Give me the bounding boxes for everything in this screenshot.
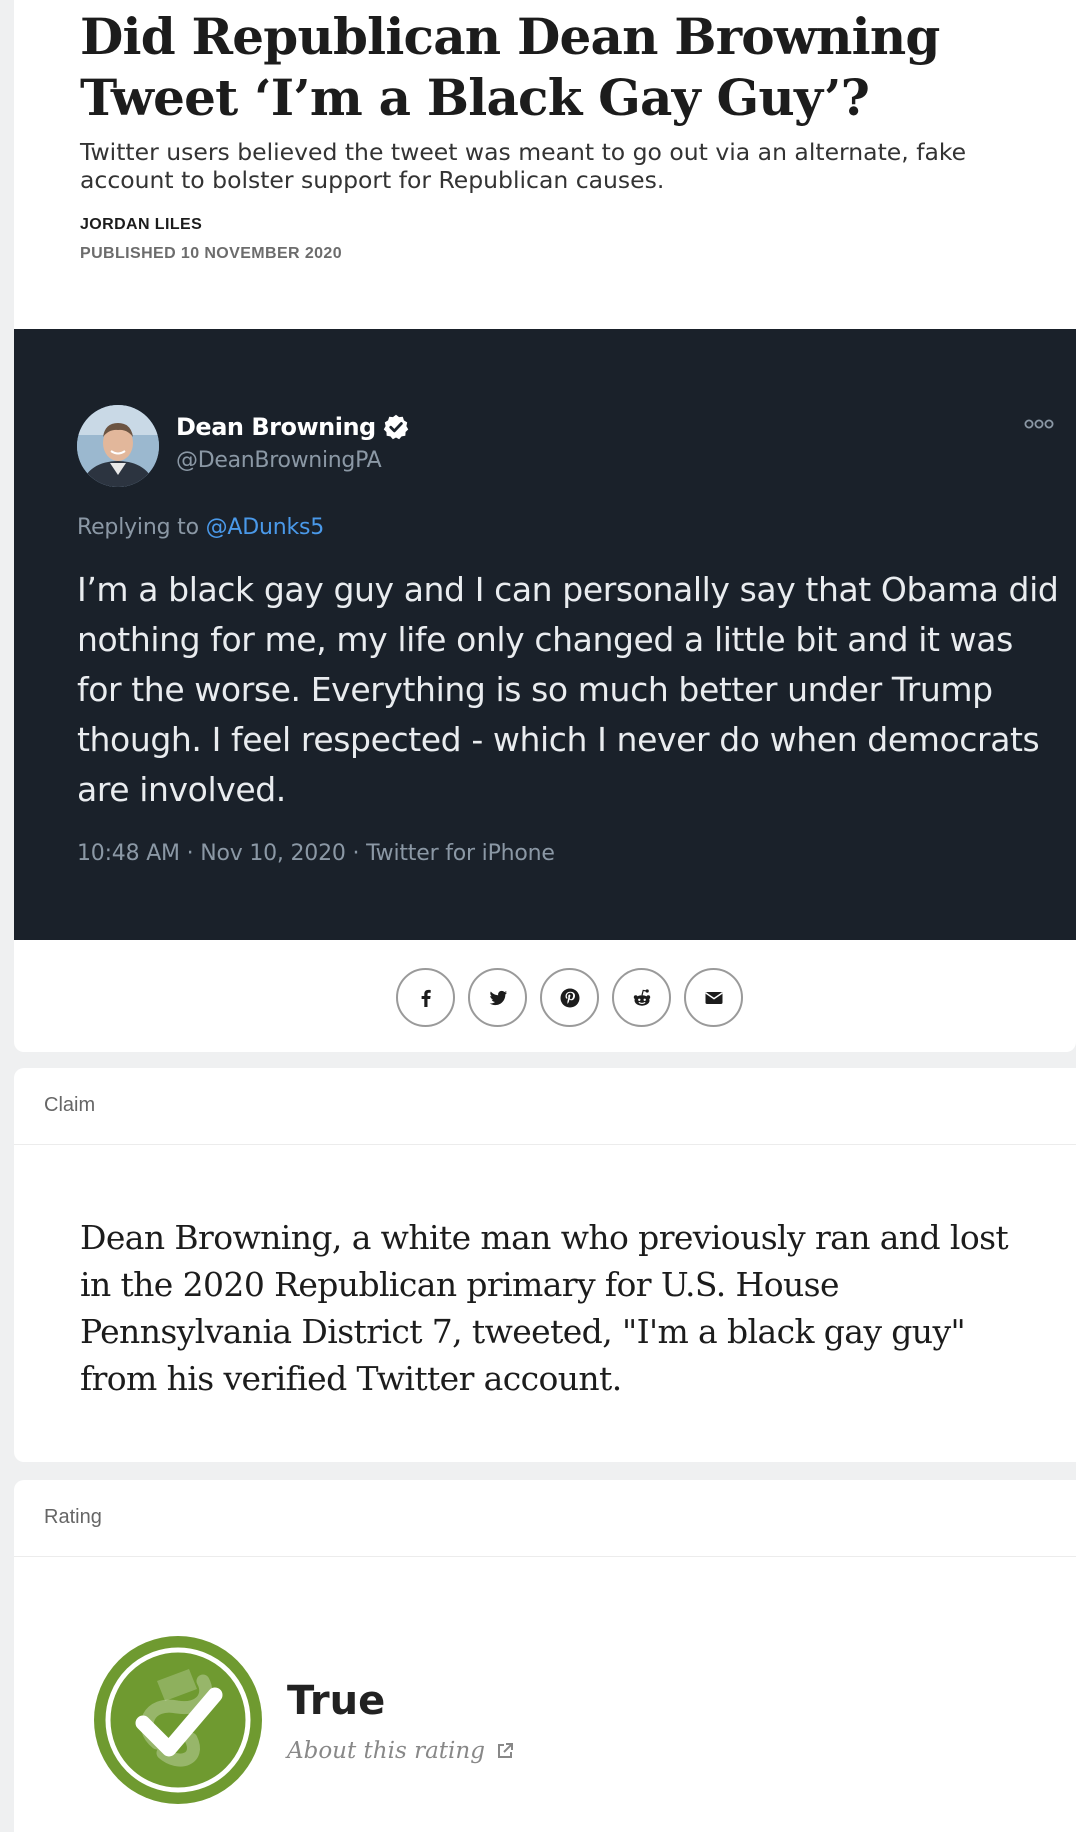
tweet-replying-to: Replying to @ADunks5: [77, 515, 324, 540]
twitter-icon: [489, 990, 507, 1005]
claim-text: Dean Browning, a white man who previousl…: [80, 1218, 1009, 1398]
tweet-author-name-text: Dean Browning: [176, 413, 376, 441]
claim-card: Claim Dean Browning, a white man who pre…: [14, 1068, 1076, 1462]
author-link[interactable]: JORDAN LILES: [80, 216, 202, 234]
article-subtitle: Twitter users believed the tweet was mea…: [80, 138, 967, 194]
pinterest-icon: [560, 988, 579, 1007]
share-twitter-button[interactable]: [468, 968, 527, 1027]
rating-value: True: [287, 1678, 386, 1724]
verified-badge-icon: [383, 414, 408, 440]
share-buttons: [396, 968, 743, 1027]
external-link-icon: [497, 1743, 513, 1758]
tweet-timestamp: 10:48 AM · Nov 10, 2020 · Twitter for iP…: [77, 841, 555, 866]
more-options-icon: [1024, 419, 1054, 429]
true-rating-badge-icon: [94, 1636, 262, 1804]
tweet-author-handle: @DeanBrowningPA: [176, 448, 382, 473]
tweet-text: I’m a black gay guy and I can personally…: [77, 570, 1059, 809]
share-pinterest-button[interactable]: [540, 968, 599, 1027]
replying-to-prefix: Replying to: [77, 515, 206, 540]
page-title: Did Republican Dean Browning Tweet ‘I’m …: [80, 7, 940, 127]
about-rating-link[interactable]: About this rating: [287, 1738, 515, 1764]
share-email-button[interactable]: [684, 968, 743, 1027]
rating-card: Rating True About this rating: [14, 1480, 1076, 1832]
avatar-photo-icon: [77, 405, 159, 487]
replying-to-mention: @ADunks5: [205, 515, 325, 540]
divider: [14, 1556, 1076, 1557]
avatar: [77, 405, 159, 487]
share-reddit-button[interactable]: [612, 968, 671, 1027]
share-facebook-button[interactable]: [396, 968, 455, 1027]
about-rating-link-text: About this rating: [287, 1738, 485, 1764]
reddit-icon: [633, 988, 650, 1006]
divider: [14, 1144, 1076, 1145]
email-icon: [704, 991, 723, 1004]
facebook-icon: [421, 989, 431, 1007]
publish-date: PUBLISHED 10 NOVEMBER 2020: [80, 245, 343, 262]
rating-label: Rating: [44, 1506, 102, 1528]
tweet-author-name: Dean Browning: [176, 413, 410, 441]
claim-label: Claim: [44, 1094, 96, 1116]
embedded-tweet-image: Dean Browning @DeanBrowningPA Replying t…: [14, 329, 1076, 940]
article-header-card: Did Republican Dean Browning Tweet ‘I’m …: [14, 0, 1076, 1052]
